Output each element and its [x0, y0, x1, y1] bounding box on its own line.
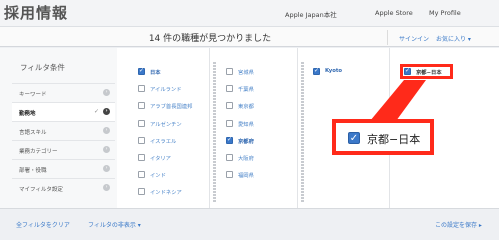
footer-bar: 全フィルタをクリア フィルタの非表示 ▾ この設定を保存 ▸	[0, 208, 499, 240]
save-settings-link[interactable]: この設定を保存 ▸	[435, 220, 482, 229]
hide-filters-link[interactable]: フィルタの非表示 ▾	[88, 220, 141, 229]
callout-label: 京都−日本	[367, 133, 421, 146]
clear-filters-link[interactable]: 全フィルタをクリア	[16, 220, 70, 229]
highlight-box-small	[400, 64, 453, 79]
highlight-callout: ✓ 京都−日本	[332, 119, 434, 155]
callout-pointer	[370, 80, 426, 121]
check-icon: ✓	[348, 132, 360, 144]
